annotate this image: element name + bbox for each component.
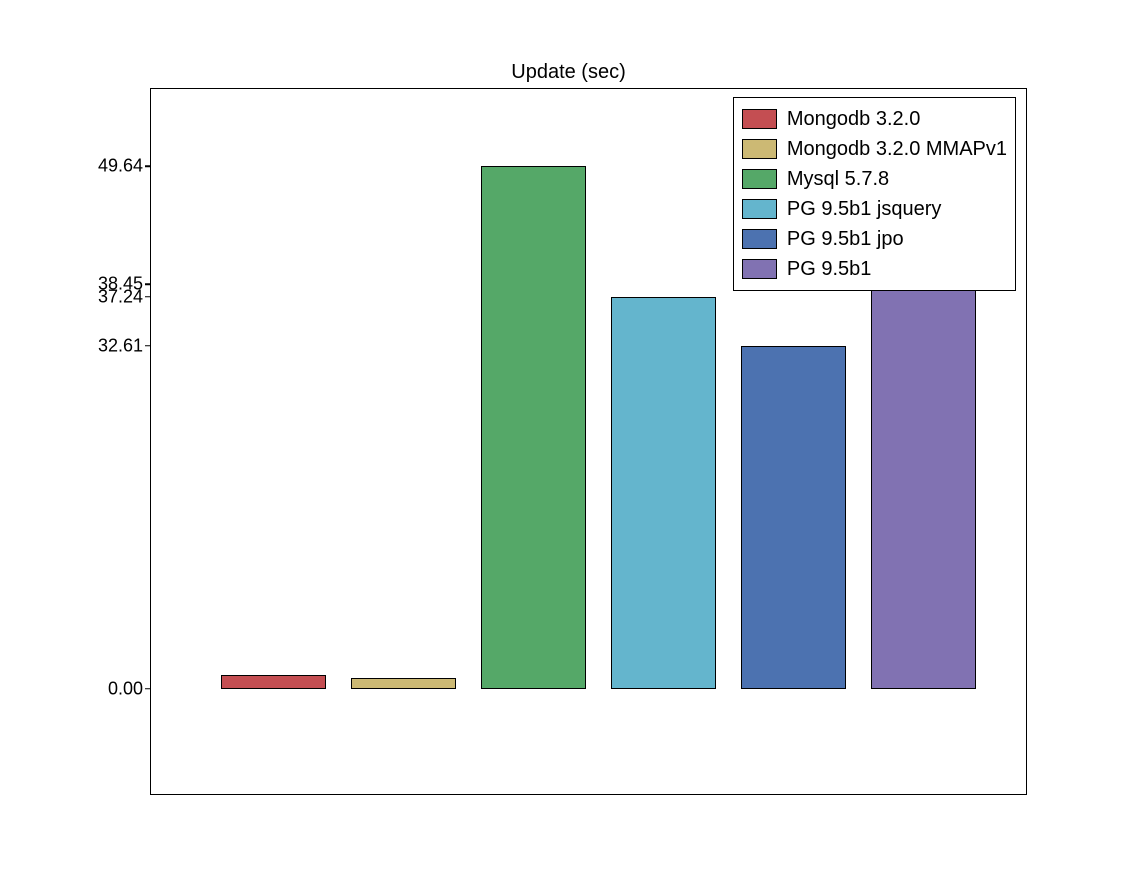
chart-title: Update (sec) [511,61,626,84]
legend-item: PG 9.5b1 jsquery [742,194,1007,224]
chart-container: Update (sec) 0.0032.6137.2438.4549.64 Mo… [0,0,1137,872]
y-tick-mark [145,166,151,168]
plot-area: 0.0032.6137.2438.4549.64 Mongodb 3.2.0Mo… [150,88,1027,795]
y-tick-label: 32.61 [98,335,143,356]
bar-1 [351,678,456,689]
y-tick-mark [145,345,151,347]
bar-5 [871,284,976,689]
legend-swatch [742,109,777,129]
legend-item: Mongodb 3.2.0 MMAPv1 [742,134,1007,164]
y-tick-label: 38.45 [98,274,143,295]
bar-2 [481,166,586,688]
legend: Mongodb 3.2.0Mongodb 3.2.0 MMAPv1Mysql 5… [733,97,1016,291]
bar-4 [741,346,846,689]
legend-item: Mysql 5.7.8 [742,164,1007,194]
legend-label: Mysql 5.7.8 [787,164,889,194]
legend-label: PG 9.5b1 jsquery [787,194,942,224]
bar-0 [221,675,326,689]
y-tick-label: 49.64 [98,156,143,177]
legend-label: PG 9.5b1 [787,254,872,284]
y-tick-mark [145,283,151,285]
legend-swatch [742,199,777,219]
legend-swatch [742,139,777,159]
legend-label: Mongodb 3.2.0 MMAPv1 [787,134,1007,164]
y-tick-mark [145,296,151,298]
bar-3 [611,297,716,689]
legend-item: Mongodb 3.2.0 [742,104,1007,134]
legend-label: Mongodb 3.2.0 [787,104,920,134]
legend-swatch [742,169,777,189]
legend-label: PG 9.5b1 jpo [787,224,904,254]
y-tick-mark [145,688,151,690]
legend-swatch [742,229,777,249]
y-tick-label: 0.00 [108,678,143,699]
legend-swatch [742,259,777,279]
legend-item: PG 9.5b1 [742,254,1007,284]
legend-item: PG 9.5b1 jpo [742,224,1007,254]
